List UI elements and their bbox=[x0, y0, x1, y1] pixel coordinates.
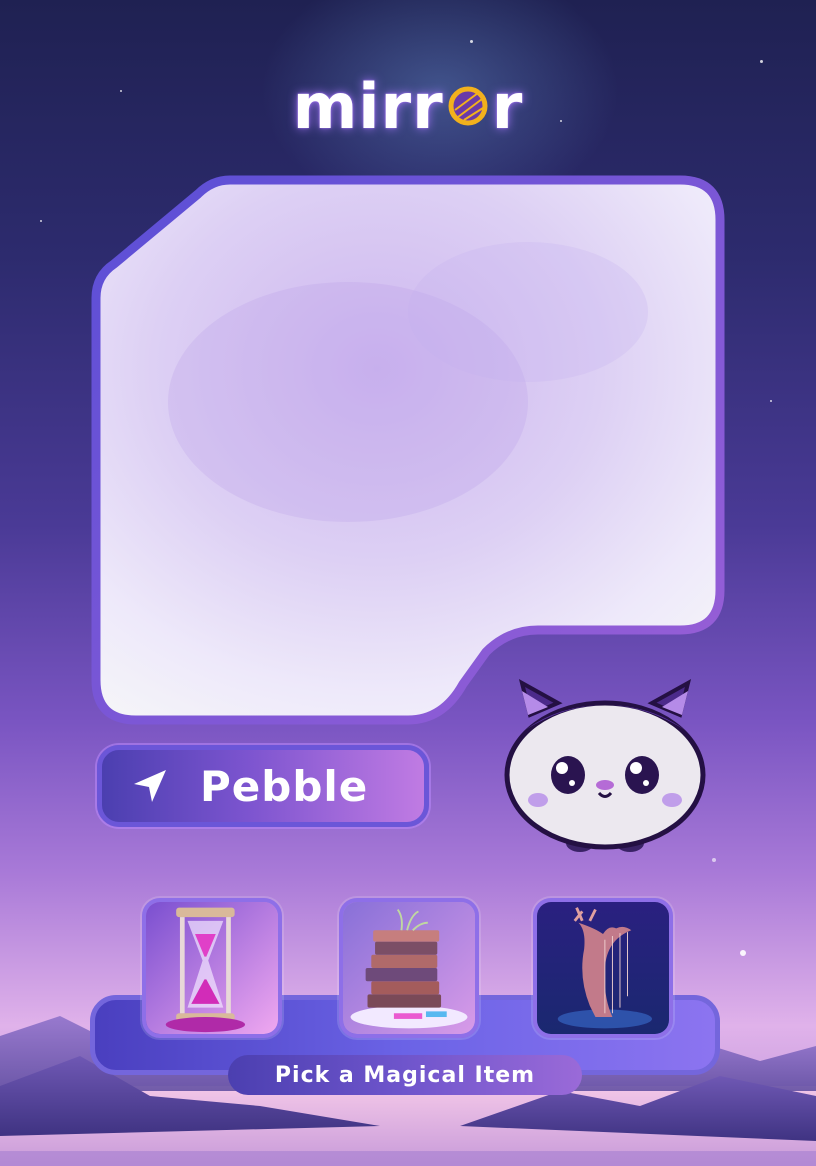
harp-icon bbox=[537, 902, 669, 1034]
item-option-harp[interactable] bbox=[533, 898, 673, 1038]
navigation-arrow-icon bbox=[134, 770, 166, 802]
character-portrait-frame bbox=[91, 175, 725, 725]
cat-mascot-icon bbox=[504, 679, 706, 852]
item-option-hourglass[interactable] bbox=[142, 898, 282, 1038]
app-logo: mirr r bbox=[0, 66, 816, 146]
book-stack-icon bbox=[343, 902, 475, 1034]
character-name-badge[interactable]: Pebble bbox=[97, 745, 429, 827]
logo-text: mirr bbox=[292, 69, 444, 143]
star bbox=[760, 60, 763, 63]
character-name: Pebble bbox=[200, 761, 369, 811]
star bbox=[770, 400, 772, 402]
star bbox=[740, 950, 746, 956]
logo-ring-icon bbox=[448, 86, 488, 126]
hourglass-icon bbox=[146, 902, 278, 1034]
star bbox=[470, 40, 473, 43]
star bbox=[40, 220, 42, 222]
item-option-books[interactable] bbox=[339, 898, 479, 1038]
logo-text-end: r bbox=[491, 69, 524, 143]
pick-item-label: Pick a Magical Item bbox=[228, 1055, 582, 1095]
star bbox=[712, 858, 716, 862]
